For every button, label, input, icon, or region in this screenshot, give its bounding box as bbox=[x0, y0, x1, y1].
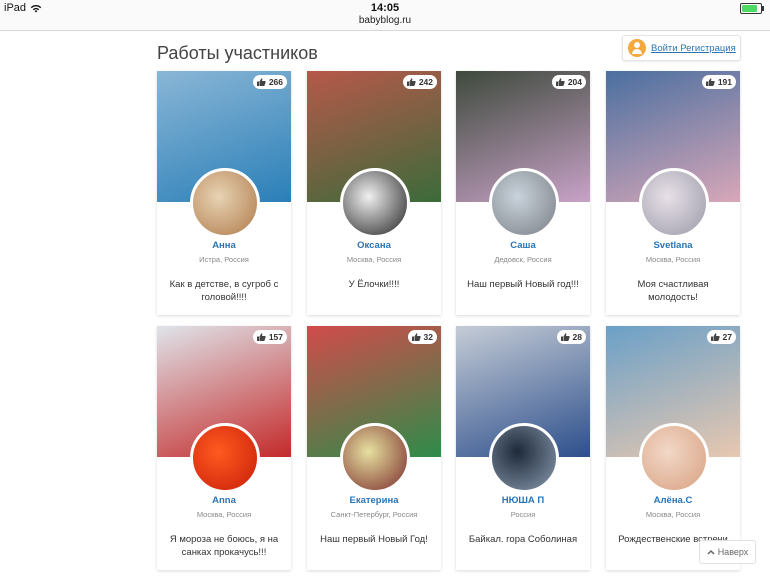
author-location: Москва, Россия bbox=[346, 255, 402, 264]
card-description: Как в детстве, в сугроб с головой!!!! bbox=[169, 279, 279, 303]
battery-icon bbox=[740, 3, 764, 14]
back-to-top-label: Наверх bbox=[717, 547, 749, 557]
status-bar: iPad 14:05 babyblog.ru bbox=[0, 0, 770, 31]
likes-count: 242 bbox=[418, 77, 433, 87]
likes-count: 28 bbox=[572, 332, 582, 342]
likes-badge[interactable]: 157 bbox=[252, 330, 287, 344]
avatar[interactable] bbox=[340, 423, 410, 493]
author-name[interactable]: Оксана bbox=[307, 240, 441, 251]
card-description: У Ёлочки!!!! bbox=[348, 279, 400, 290]
thumbs-up-icon bbox=[406, 78, 416, 86]
author-name[interactable]: Svetlana bbox=[606, 240, 740, 251]
author-location: Москва, Россия bbox=[645, 510, 701, 519]
thumbs-up-icon bbox=[555, 78, 565, 86]
author-name[interactable]: Саша bbox=[456, 240, 590, 251]
thumbs-up-icon bbox=[710, 333, 720, 341]
thumbs-up-icon bbox=[256, 78, 266, 86]
thumbs-up-icon bbox=[705, 78, 715, 86]
author-location: Истра, Россия bbox=[199, 255, 249, 264]
card-description: Моя счастливая молодость! bbox=[637, 279, 709, 303]
card-description: Я мороза не боюсь, я на санках прокачусь… bbox=[169, 534, 279, 558]
author-name[interactable]: Anna bbox=[157, 495, 291, 506]
likes-count: 266 bbox=[268, 77, 283, 87]
likes-count: 157 bbox=[268, 332, 283, 342]
author-location: Москва, Россия bbox=[196, 510, 252, 519]
avatar[interactable] bbox=[340, 168, 410, 238]
author-name[interactable]: Анна bbox=[157, 240, 291, 251]
thumbs-up-icon bbox=[560, 333, 570, 341]
participant-card[interactable]: 32 Екатерина Санкт-Петербург, Россия Наш пе… bbox=[307, 326, 441, 570]
login-box[interactable]: Войти Регистрация bbox=[622, 35, 741, 61]
participant-card[interactable]: 242 Оксана Москва, Россия У Ёлочки!!!! bbox=[307, 71, 441, 315]
author-location: Россия bbox=[510, 510, 536, 519]
likes-badge[interactable]: 266 bbox=[252, 75, 287, 89]
likes-badge[interactable]: 32 bbox=[407, 330, 437, 344]
likes-count: 32 bbox=[423, 332, 433, 342]
avatar[interactable] bbox=[190, 423, 260, 493]
avatar[interactable] bbox=[489, 168, 559, 238]
participant-card[interactable]: 266 Анна Истра, Россия Как в детстве, в суг… bbox=[157, 71, 291, 315]
user-icon bbox=[628, 39, 646, 57]
status-time: 14:05 bbox=[370, 2, 400, 14]
author-name[interactable]: НЮША П bbox=[456, 495, 590, 506]
avatar[interactable] bbox=[190, 168, 260, 238]
page-title: Работы участников bbox=[157, 43, 318, 63]
participant-card[interactable]: 191 Svetlana Москва, Россия Моя счастливая … bbox=[606, 71, 740, 315]
participant-card[interactable]: 27 Алёна.С Москва, Россия Рождественские вс… bbox=[606, 326, 740, 570]
thumbs-up-icon bbox=[256, 333, 266, 341]
thumbs-up-icon bbox=[411, 333, 421, 341]
author-location: Санкт-Петербург, Россия bbox=[330, 510, 418, 519]
participant-card[interactable]: 204 Саша Дедовск, Россия Наш первый Новый г… bbox=[456, 71, 590, 315]
avatar[interactable] bbox=[639, 168, 709, 238]
likes-badge[interactable]: 204 bbox=[551, 75, 586, 89]
likes-badge[interactable]: 27 bbox=[706, 330, 736, 344]
likes-badge[interactable]: 28 bbox=[556, 330, 586, 344]
author-name[interactable]: Екатерина bbox=[307, 495, 441, 506]
chevron-up-icon bbox=[707, 549, 715, 555]
card-description: Наш первый Новый год!!! bbox=[467, 279, 579, 290]
participant-card[interactable]: 157 Anna Москва, Россия Я мороза не боюсь, … bbox=[157, 326, 291, 570]
card-description: Байкал. гора Соболиная bbox=[468, 534, 578, 545]
battery-fill bbox=[742, 5, 758, 12]
back-to-top-button[interactable]: Наверх bbox=[699, 540, 756, 564]
likes-badge[interactable]: 242 bbox=[402, 75, 437, 89]
avatar[interactable] bbox=[489, 423, 559, 493]
author-location: Дедовск, Россия bbox=[494, 255, 552, 264]
author-location: Москва, Россия bbox=[645, 255, 701, 264]
likes-badge[interactable]: 191 bbox=[701, 75, 736, 89]
avatar[interactable] bbox=[639, 423, 709, 493]
participant-card[interactable]: 28 НЮША П Россия Байкал. гора Соболиная bbox=[456, 326, 590, 570]
likes-count: 204 bbox=[567, 77, 582, 87]
author-name[interactable]: Алёна.С bbox=[606, 495, 740, 506]
likes-count: 191 bbox=[717, 77, 732, 87]
card-description: Наш первый Новый Год! bbox=[320, 534, 428, 545]
address-url[interactable]: babyblog.ru bbox=[0, 15, 770, 26]
login-register-link[interactable]: Войти Регистрация bbox=[651, 43, 736, 54]
likes-count: 27 bbox=[722, 332, 732, 342]
